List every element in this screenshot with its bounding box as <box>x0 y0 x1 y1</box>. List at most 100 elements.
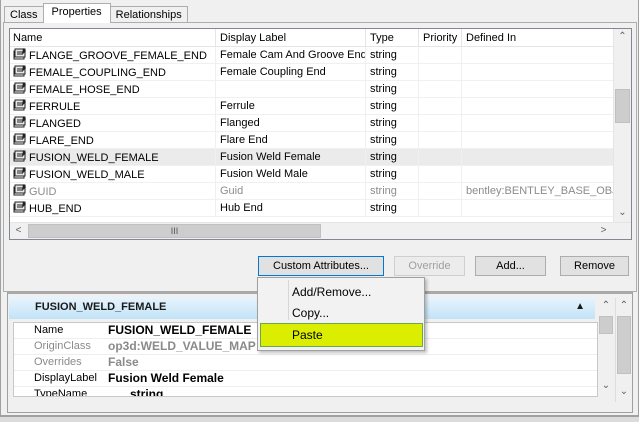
cell-type: string <box>366 132 419 149</box>
column-header-defined-in[interactable]: Defined In <box>462 29 614 47</box>
cell-type: string <box>366 166 419 183</box>
table-row[interactable]: FERRULE Ferrule string <box>10 98 614 115</box>
grid-horizontal-scrollbar[interactable]: < III > <box>10 222 631 239</box>
cell-priority <box>419 47 462 64</box>
cell-priority <box>419 149 462 166</box>
remove-button[interactable]: Remove <box>560 256 629 276</box>
cell-defined-in <box>462 132 614 149</box>
property-icon <box>13 201 29 216</box>
cell-defined-in <box>462 98 614 115</box>
property-icon <box>13 99 29 114</box>
add-button[interactable]: Add... <box>475 256 546 276</box>
details-inner-scrollbar[interactable]: ⌃ ⌄ <box>598 298 614 395</box>
details-title: FUSION_WELD_FEMALE <box>35 301 167 313</box>
table-row[interactable]: FEMALE_HOSE_END string <box>10 81 614 98</box>
cell-display-label: Fusion Weld Male <box>216 166 366 183</box>
custom-attributes-menu: Add/Remove... Copy... Paste <box>257 277 425 351</box>
menu-item-paste-highlight[interactable] <box>260 323 423 347</box>
cell-defined-in <box>462 64 614 81</box>
scroll-up-icon[interactable]: ⌃ <box>614 29 631 46</box>
table-row[interactable]: FUSION_WELD_FEMALE Fusion Weld Female stri… <box>10 149 614 166</box>
cell-name: HUB_END <box>10 200 216 217</box>
cell-priority <box>419 200 462 217</box>
cell-defined-in <box>462 149 614 166</box>
property-row-type-name[interactable]: TypeName string <box>14 387 597 396</box>
cell-priority <box>419 132 462 149</box>
table-row[interactable]: GUID Guid string bentley:BENTLEY_BASE_OBJE <box>10 183 614 200</box>
cell-type: string <box>366 115 419 132</box>
cell-display-label: Fusion Weld Female <box>216 149 366 166</box>
scroll-down-icon[interactable]: ⌄ <box>616 384 632 401</box>
property-icon <box>13 116 29 131</box>
property-icon <box>13 184 29 199</box>
property-row-overrides[interactable]: Overrides False <box>14 355 597 371</box>
scroll-thumb[interactable] <box>599 316 613 334</box>
grid-header: Name Display Label Type Priority Defined… <box>10 29 614 47</box>
tab-properties[interactable]: Properties <box>42 3 111 23</box>
tab-class[interactable]: Class <box>4 6 44 23</box>
cell-type: string <box>366 47 419 64</box>
cell-name: FERRULE <box>10 98 216 115</box>
scroll-thumb[interactable] <box>615 89 630 123</box>
column-header-display-label[interactable]: Display Label <box>216 29 366 47</box>
cell-type: string <box>366 183 419 200</box>
table-row[interactable]: FUSION_WELD_MALE Fusion Weld Male string <box>10 166 614 183</box>
cell-defined-in <box>462 81 614 98</box>
cell-type: string <box>366 64 419 81</box>
table-row[interactable]: FLARE_END Flare End string <box>10 132 614 149</box>
cell-type: string <box>366 81 419 98</box>
details-outer-scrollbar[interactable]: ⌃ ⌄ <box>615 298 631 402</box>
scroll-right-icon[interactable]: > <box>595 223 612 239</box>
property-icon <box>13 65 29 80</box>
scroll-up-icon[interactable]: ⌃ <box>598 298 614 315</box>
cell-display-label: Flare End <box>216 132 366 149</box>
override-button[interactable]: Override <box>394 256 465 276</box>
cell-priority <box>419 115 462 132</box>
status-bar <box>0 416 639 422</box>
cell-type: string <box>366 98 419 115</box>
cell-display-label: Guid <box>216 183 366 200</box>
property-icon <box>13 82 29 97</box>
cell-name: FLARE_END <box>10 132 216 149</box>
property-row-display-label[interactable]: DisplayLabel Fusion Weld Female <box>14 371 597 387</box>
column-header-name[interactable]: Name <box>10 29 216 47</box>
cell-priority <box>419 64 462 81</box>
menu-item-add-remove[interactable]: Add/Remove... <box>292 285 371 299</box>
table-row[interactable]: FLANGE_GROOVE_FEMALE_END Female Cam And G… <box>10 47 614 64</box>
scroll-down-icon[interactable]: ⌄ <box>614 205 631 222</box>
table-row[interactable]: FLANGED Flanged string <box>10 115 614 132</box>
collapse-icon[interactable]: ▲ <box>575 301 585 312</box>
property-icon <box>13 48 29 63</box>
scroll-down-icon[interactable]: ⌄ <box>598 378 614 395</box>
scroll-thumb[interactable] <box>617 316 631 374</box>
cell-display-label: Ferrule <box>216 98 366 115</box>
scroll-left-icon[interactable]: < <box>10 223 27 239</box>
cell-defined-in <box>462 115 614 132</box>
tab-relationships[interactable]: Relationships <box>109 6 188 23</box>
table-row[interactable]: FEMALE_COUPLING_END Female Coupling End st… <box>10 64 614 81</box>
cell-defined-in: bentley:BENTLEY_BASE_OBJE <box>462 183 614 200</box>
cell-priority <box>419 183 462 200</box>
custom-attributes-button[interactable]: Custom Attributes... <box>258 256 384 276</box>
cell-name: FEMALE_COUPLING_END <box>10 64 216 81</box>
table-row[interactable]: HUB_END Hub End string <box>10 200 614 217</box>
cell-defined-in <box>462 200 614 217</box>
menu-item-copy[interactable]: Copy... <box>292 306 329 320</box>
grid-vertical-scrollbar[interactable]: ⌃ ⌄ <box>613 29 631 222</box>
property-icon <box>13 167 29 182</box>
menu-item-paste[interactable]: Paste <box>292 328 323 342</box>
menu-separator <box>288 280 289 320</box>
cell-display-label: Flanged <box>216 115 366 132</box>
property-icon <box>13 133 29 148</box>
cell-name: FUSION_WELD_FEMALE <box>10 149 216 166</box>
column-header-type[interactable]: Type <box>366 29 419 47</box>
cell-display-label: Female Cam And Groove End <box>216 47 366 64</box>
properties-grid: Name Display Label Type Priority Defined… <box>9 28 632 240</box>
cell-priority <box>419 166 462 183</box>
scroll-up-icon[interactable]: ⌃ <box>616 298 632 315</box>
h-scroll-thumb[interactable]: III <box>28 224 321 238</box>
cell-name: GUID <box>10 183 216 200</box>
column-header-priority[interactable]: Priority <box>419 29 462 47</box>
cell-priority <box>419 81 462 98</box>
tab-bar: Class Properties Relationships <box>4 3 188 23</box>
